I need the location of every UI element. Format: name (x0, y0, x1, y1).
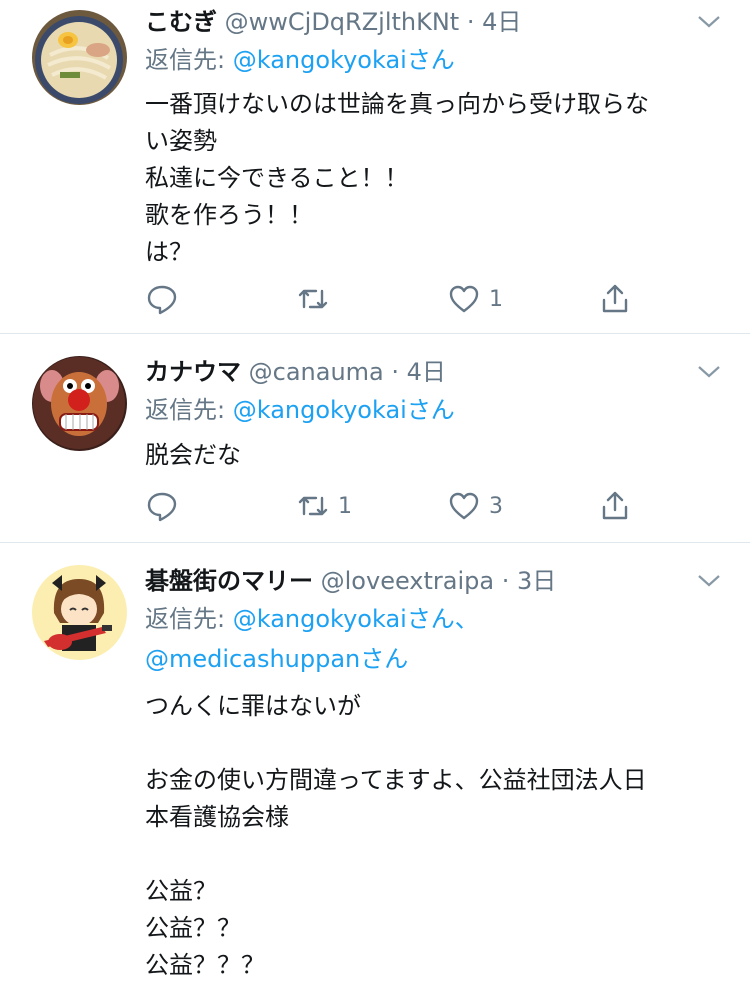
anime-guitar-girl-avatar-icon (32, 565, 127, 660)
tweet[interactable]: こむぎ @wwCjDqRZjlthKNt · 4日 返信先: @kangokyo… (0, 0, 750, 334)
like-count: 1 (489, 286, 503, 312)
share-button[interactable] (598, 486, 632, 526)
share-icon (602, 284, 628, 313)
retweet-icon (298, 289, 328, 309)
avatar[interactable] (32, 565, 127, 660)
tweet[interactable]: カナウマ @canauma · 4日 返信先: @kangokyokaiさん 脱… (0, 334, 750, 543)
separator-dot: · (459, 8, 483, 36)
tweet-text: 一番頂けないのは世論を真っ向から受け取らな い姿勢 私達に今できること！！ 歌を… (145, 90, 649, 266)
reply-button[interactable] (145, 279, 187, 319)
mention-link[interactable]: @kangokyokaiさん (233, 46, 455, 74)
retweet-count: 1 (338, 493, 352, 519)
user-handle[interactable]: @canauma (249, 358, 384, 386)
tweet-header: こむぎ @wwCjDqRZjlthKNt · 4日 (145, 2, 690, 42)
reply-to: 返信先: @kangokyokaiさん、 @medicashuppanさん (145, 599, 720, 679)
display-name[interactable]: カナウマ (145, 358, 241, 386)
retweet-button[interactable]: 1 (296, 486, 352, 526)
separator-dot: · (494, 567, 517, 595)
reply-to: 返信先: @kangokyokaiさん (145, 40, 720, 80)
user-handle[interactable]: @loveextraipa (321, 567, 494, 595)
reply-button[interactable] (145, 486, 187, 526)
heart-icon (449, 492, 479, 520)
mention-link[interactable]: @kangokyokaiさん、 (233, 605, 479, 633)
retweet-icon (298, 496, 328, 516)
chevron-down-icon[interactable] (694, 569, 724, 593)
reply-prefix: 返信先: (145, 605, 233, 633)
reply-prefix: 返信先: (145, 396, 233, 424)
retweet-button[interactable] (296, 279, 338, 319)
chevron-down-icon[interactable] (694, 10, 724, 34)
ramen-bowl-avatar-icon (32, 10, 127, 105)
mention-link[interactable]: @medicashuppanさん (145, 645, 408, 673)
display-name[interactable]: こむぎ (145, 8, 217, 36)
avatar[interactable] (32, 356, 127, 451)
display-name[interactable]: 碁盤街のマリー (145, 567, 313, 595)
avatar[interactable] (32, 10, 127, 105)
reply-to: 返信先: @kangokyokaiさん (145, 390, 720, 430)
reply-prefix: 返信先: (145, 46, 233, 74)
separator-dot: · (383, 358, 407, 386)
tweet-text: 脱会だな (145, 441, 241, 469)
reply-icon (147, 492, 177, 522)
timestamp[interactable]: 3日 (517, 567, 556, 595)
like-button[interactable]: 1 (447, 279, 503, 319)
tweet-text: つんくに罪はないが お金の使い方間違ってますよ、公益社団法人日 本看護協会様 公… (145, 692, 647, 979)
tweet-header: 碁盤街のマリー @loveextraipa · 3日 (145, 561, 690, 601)
heart-icon (449, 285, 479, 313)
tweet-header: カナウマ @canauma · 4日 (145, 352, 690, 392)
share-button[interactable] (598, 279, 632, 319)
like-button[interactable]: 3 (447, 486, 503, 526)
toy-face-avatar-icon (32, 356, 127, 451)
mention-link[interactable]: @kangokyokaiさん (233, 396, 455, 424)
user-handle[interactable]: @wwCjDqRZjlthKNt (225, 8, 460, 36)
reply-icon (147, 285, 177, 315)
action-bar: 1 (0, 279, 750, 319)
share-icon (602, 491, 628, 520)
action-bar: 1 3 (0, 486, 750, 526)
timestamp[interactable]: 4日 (407, 358, 446, 386)
timestamp[interactable]: 4日 (482, 8, 521, 36)
like-count: 3 (489, 493, 503, 519)
tweet[interactable]: 碁盤街のマリー @loveextraipa · 3日 返信先: @kangoky… (0, 543, 750, 979)
chevron-down-icon[interactable] (694, 360, 724, 384)
